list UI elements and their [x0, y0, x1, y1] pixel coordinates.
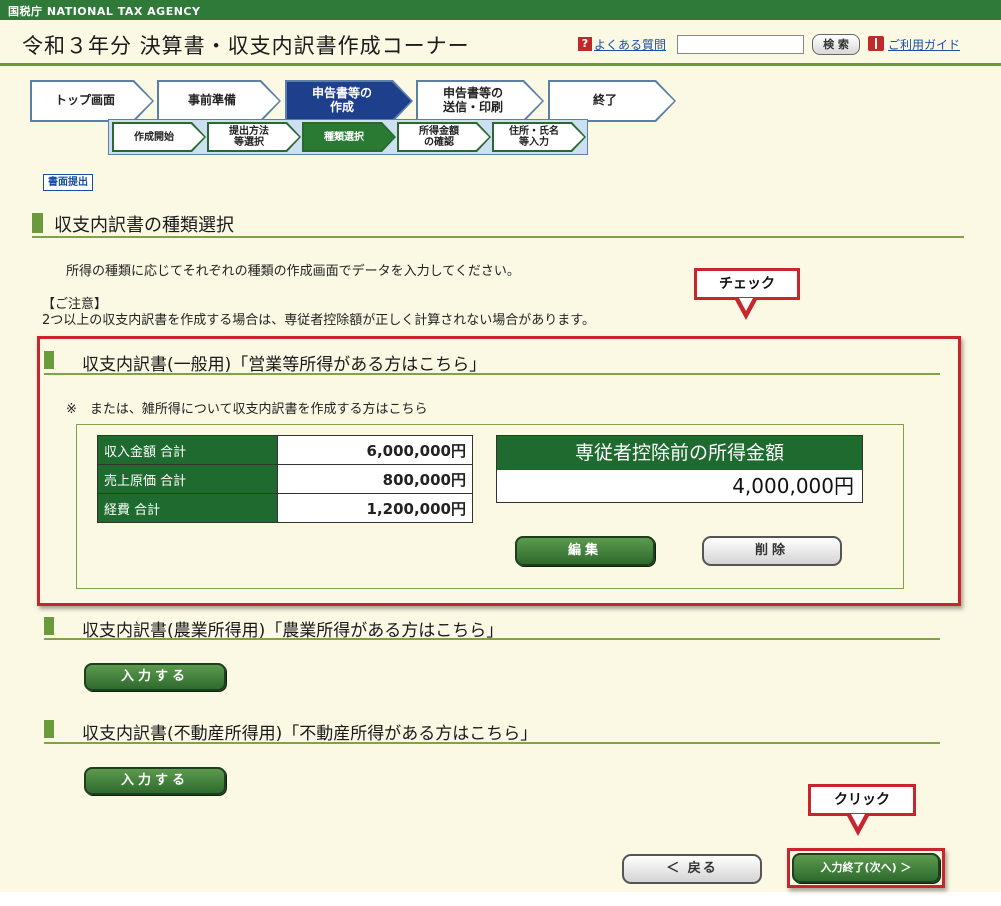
cost-of-sales-value: 800,000円	[277, 464, 473, 494]
substep-label: 所得金額 の確認	[419, 126, 459, 148]
amount-table: 収入金額 合計 6,000,000円 売上原価 合計 800,000円 経費 合…	[97, 435, 473, 523]
agency-name: 国税庁 NATIONAL TAX AGENCY	[8, 5, 201, 18]
agency-bar: 国税庁 NATIONAL TAX AGENCY	[0, 0, 1001, 20]
revenue-value: 6,000,000円	[277, 435, 473, 465]
step-label: 事前準備	[187, 93, 236, 108]
table-row: 売上原価 合計 800,000円	[97, 464, 473, 494]
step-top[interactable]: トップ画面	[30, 80, 154, 122]
delete-button[interactable]: 削除	[702, 536, 842, 566]
agri-input-button[interactable]: 入力する	[84, 663, 226, 691]
notice-body: 2つ以上の収支内訳書を作成する場合は、専従者控除額が正しく計算されない場合があり…	[42, 313, 595, 328]
revenue-label: 収入金額 合計	[97, 435, 278, 465]
substep-method[interactable]: 提出方法 等選択	[207, 122, 301, 152]
heading-bar	[44, 351, 54, 369]
substep-label: 作成開始	[134, 131, 174, 143]
substep-type-select: 種類選択	[302, 122, 396, 152]
income-before-deduction-box: 専従者控除前の所得金額 4,000,000円	[496, 435, 863, 503]
income-before-deduction-value: 4,000,000円	[497, 470, 862, 502]
cost-of-sales-label: 売上原価 合計	[97, 464, 278, 494]
general-section-heading: 収支内訳書(一般用)「営業等所得がある方はこちら」	[44, 351, 940, 375]
faq-link[interactable]: よくある質問	[594, 36, 666, 53]
step-label: トップ画面	[54, 93, 115, 108]
intro-text: 所得の種類に応じてそれぞれの種類の作成画面でデータを入力してください。	[66, 264, 520, 279]
step-create: 申告書等の 作成	[285, 80, 413, 122]
expenses-label: 経費 合計	[97, 493, 278, 523]
check-callout-tail	[734, 298, 758, 320]
realestate-section-title: 収支内訳書(不動産所得用)「不動産所得がある方はこちら」	[82, 724, 538, 744]
page-title: 令和３年分 決算書・収支内訳書作成コーナー	[22, 34, 470, 58]
submission-method-tag: 書面提出	[43, 174, 93, 191]
realestate-section-heading: 収支内訳書(不動産所得用)「不動産所得がある方はこちら」	[44, 720, 940, 744]
heading-bar	[44, 617, 54, 635]
step-label: 申告書等の 送信・印刷	[442, 86, 503, 114]
search-button[interactable]: 検 索	[812, 34, 860, 55]
agri-section-heading: 収支内訳書(農業所得用)「農業所得がある方はこちら」	[44, 617, 940, 641]
heading-bar	[44, 720, 54, 738]
heading-bar	[32, 213, 43, 233]
step-label: 終了	[592, 93, 617, 108]
check-callout: チェック	[694, 268, 800, 300]
income-before-deduction-label: 専従者控除前の所得金額	[497, 436, 862, 470]
book-icon[interactable]	[868, 36, 884, 51]
agri-section-title: 収支内訳書(農業所得用)「農業所得がある方はこちら」	[82, 621, 504, 641]
table-row: 経費 合計 1,200,000円	[97, 493, 473, 523]
click-callout-tail	[846, 814, 870, 836]
substep-label: 提出方法 等選択	[229, 126, 269, 148]
substep-address: 住所・氏名 等入力	[492, 122, 586, 152]
substep-income-check: 所得金額 の確認	[397, 122, 491, 152]
search-input[interactable]	[677, 35, 804, 54]
realestate-input-button[interactable]: 入力する	[84, 767, 226, 795]
page-heading: 収支内訳書の種類選択	[32, 212, 964, 238]
step-finish: 終了	[548, 80, 676, 122]
page-heading-text: 収支内訳書の種類選択	[54, 215, 234, 236]
table-row: 収入金額 合計 6,000,000円	[97, 435, 473, 465]
general-section-title: 収支内訳書(一般用)「営業等所得がある方はこちら」	[82, 355, 487, 375]
edit-button[interactable]: 編集	[515, 536, 655, 566]
substep-start[interactable]: 作成開始	[112, 122, 206, 152]
title-bar: 令和３年分 決算書・収支内訳書作成コーナー ? よくある質問 検 索 ご利用ガイ…	[0, 20, 1001, 66]
finish-next-button[interactable]: 入力終了(次へ) ＞	[792, 853, 940, 883]
substep-label: 住所・氏名 等入力	[509, 126, 559, 148]
click-callout: クリック	[808, 784, 916, 816]
guide-link[interactable]: ご利用ガイド	[888, 36, 960, 53]
step-preparation[interactable]: 事前準備	[157, 80, 281, 122]
substep-label: 種類選択	[324, 131, 364, 143]
question-icon[interactable]: ?	[578, 37, 592, 51]
back-button[interactable]: ＜ 戻る	[622, 854, 762, 884]
step-send-print: 申告書等の 送信・印刷	[416, 80, 544, 122]
misc-income-note: ※ または、雑所得について収支内訳書を作成する方はこちら	[66, 402, 428, 417]
step-label: 申告書等の 作成	[311, 86, 372, 114]
expenses-value: 1,200,000円	[277, 493, 473, 523]
